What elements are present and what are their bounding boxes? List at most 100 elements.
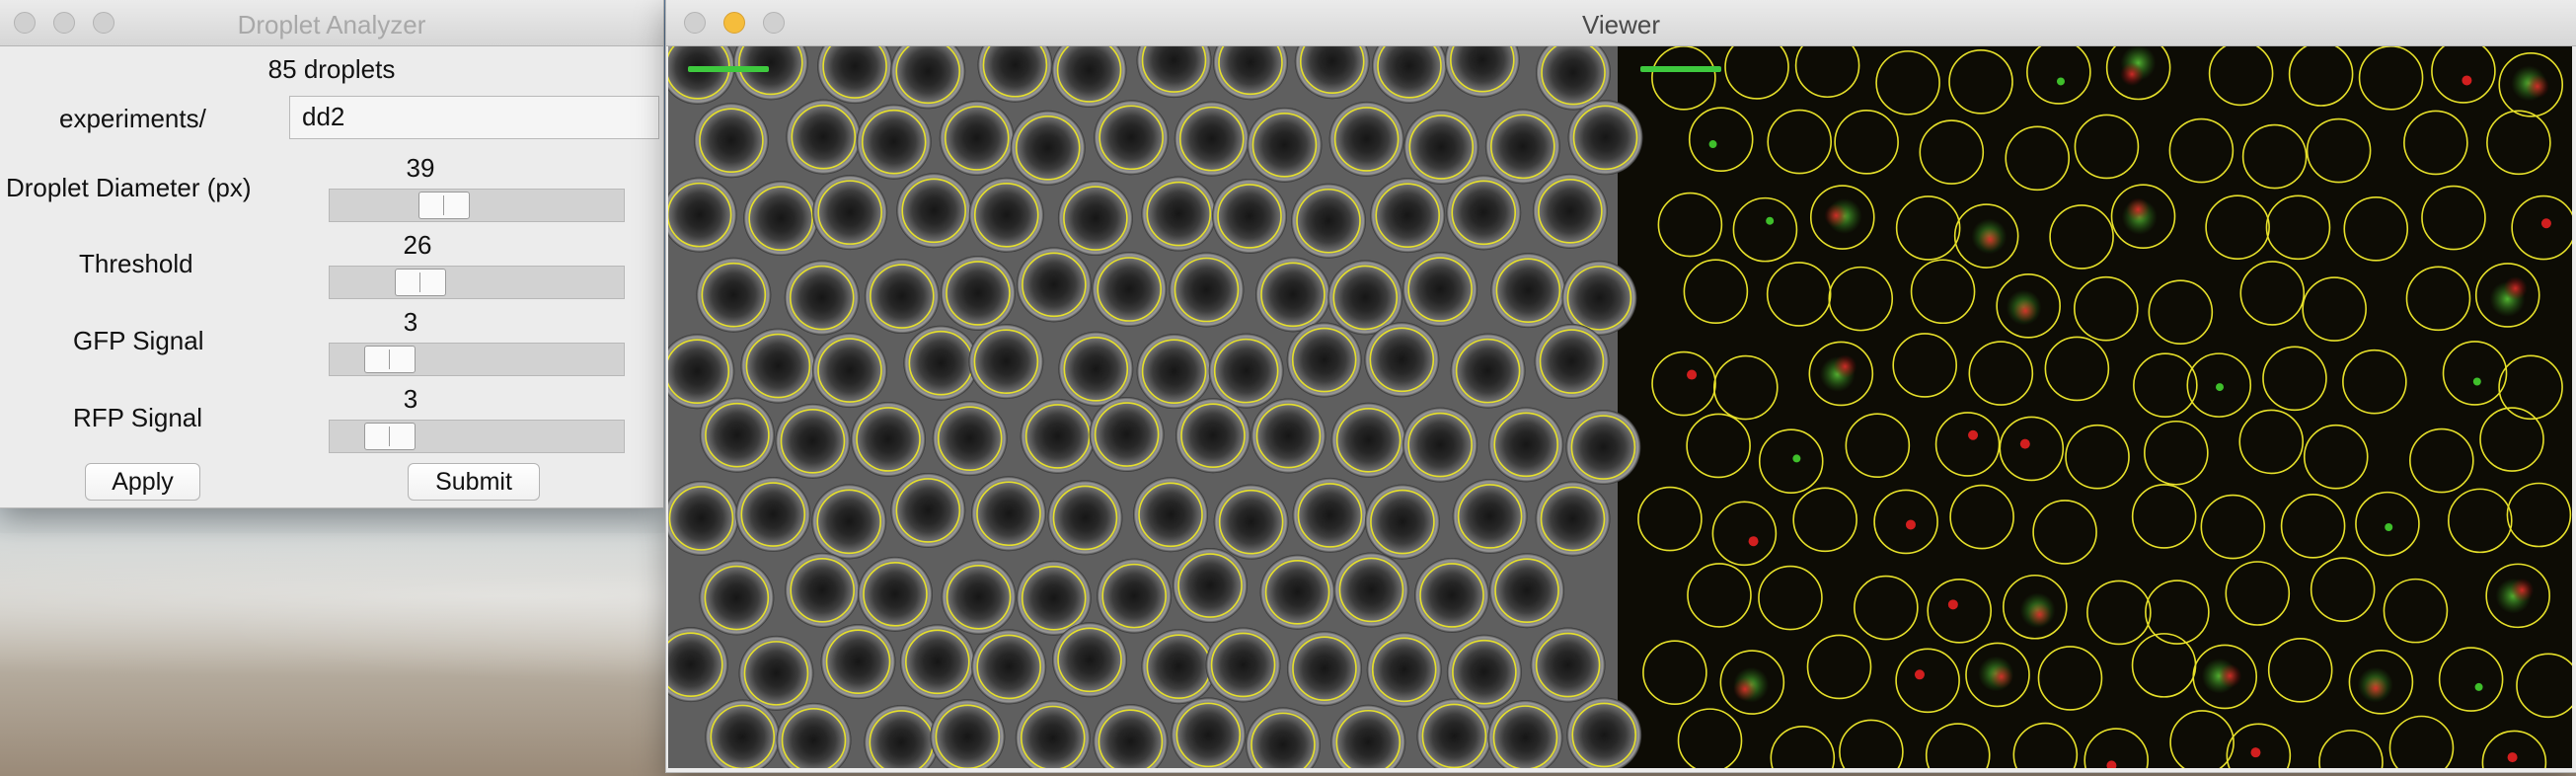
droplet: [693, 103, 769, 179]
droplet: [1016, 247, 1092, 323]
droplet: [1333, 552, 1409, 628]
droplet: [743, 181, 819, 257]
droplet: [1370, 178, 1446, 254]
droplet: [1212, 178, 1288, 254]
slider-label-rfp: RFP Signal: [73, 403, 203, 432]
droplet: [856, 104, 932, 180]
droplet: [1133, 477, 1209, 553]
droplet: [1446, 634, 1522, 710]
droplet: [1047, 480, 1123, 556]
slider-value-threshold: 26: [403, 230, 432, 260]
gfp-speck: [1766, 216, 1775, 225]
submit-button[interactable]: Submit: [408, 463, 540, 501]
droplet: [1364, 484, 1440, 560]
droplet: [784, 260, 860, 336]
droplet: [1488, 407, 1564, 483]
rfp-speck: [1748, 536, 1759, 547]
droplet: [1247, 107, 1323, 183]
droplet: [1532, 173, 1608, 249]
window-title: Viewer: [1581, 10, 1660, 39]
rfp-speck: [1905, 519, 1916, 530]
rfp-signal: [2126, 197, 2151, 222]
droplet: [903, 325, 979, 401]
droplet: [1254, 257, 1330, 333]
slider-thumb[interactable]: [364, 423, 417, 450]
droplet: [1097, 558, 1173, 634]
gfp-slider[interactable]: [329, 343, 625, 376]
droplet: [941, 559, 1017, 635]
droplet: [1020, 398, 1096, 474]
slider-value-gfp: 3: [403, 307, 418, 337]
droplet: [785, 552, 861, 628]
rfp-speck: [1687, 369, 1698, 380]
droplet: [1094, 100, 1170, 176]
droplet: [896, 173, 972, 249]
droplet: [1259, 554, 1335, 630]
droplet: [775, 403, 851, 479]
slider-thumb[interactable]: [395, 269, 447, 296]
fluorescence-panel: [1618, 46, 2572, 768]
rfp-signal: [2013, 298, 2038, 323]
droplet: [1141, 629, 1217, 705]
droplet: [735, 477, 811, 553]
rfp-speck: [1968, 429, 1979, 440]
droplet: [1330, 402, 1406, 478]
rfp-speck: [2507, 752, 2518, 763]
rfp-signal: [2503, 276, 2528, 301]
droplet-analyzer-window: Droplet Analyzer 85 droplets experiments…: [0, 0, 663, 507]
droplet: [1174, 101, 1250, 177]
rfp-speck: [2462, 75, 2472, 86]
rfp-signal: [2525, 74, 2549, 99]
droplet: [970, 476, 1046, 552]
gfp-speck: [1792, 454, 1801, 463]
droplet: [1535, 481, 1611, 557]
rfp-slider[interactable]: [329, 420, 625, 453]
rfp-speck: [2019, 438, 2030, 449]
threshold-slider[interactable]: [329, 266, 625, 299]
apply-button[interactable]: Apply: [85, 463, 200, 501]
droplet: [1136, 334, 1212, 410]
viewer-image-area[interactable]: [652, 22, 2576, 776]
slider-label-threshold: Threshold: [79, 249, 193, 278]
analyzer-body: 85 droplets experiments/ dd2 Droplet Dia…: [0, 46, 663, 507]
slider-value-diameter: 39: [406, 153, 435, 183]
rfp-signal: [1978, 227, 2003, 252]
slider-label-diameter: Droplet Diameter (px): [6, 173, 252, 202]
analyzer-titlebar[interactable]: Droplet Analyzer: [0, 0, 663, 46]
rfp-signal: [2364, 676, 2388, 701]
droplet: [1567, 100, 1643, 176]
viewer-titlebar[interactable]: Viewer: [666, 0, 2576, 46]
droplet: [1089, 397, 1165, 473]
slider-thumb[interactable]: [418, 192, 471, 219]
rfp-signal: [2218, 663, 2242, 688]
rfp-speck: [1947, 599, 1958, 610]
droplet: [1057, 181, 1133, 257]
droplet: [1213, 484, 1289, 560]
droplet: [968, 177, 1044, 253]
droplet: [864, 259, 940, 335]
droplet: [1450, 333, 1526, 409]
gfp-speck: [1708, 140, 1717, 149]
droplet: [1250, 398, 1326, 474]
droplet: [786, 99, 862, 175]
droplet-count: 85 droplets: [267, 54, 396, 84]
droplet: [1484, 109, 1560, 185]
slider-value-rfp: 3: [403, 384, 418, 414]
droplet-images[interactable]: [652, 22, 2576, 776]
diameter-slider[interactable]: [329, 189, 625, 222]
droplet: [1565, 410, 1641, 486]
droplet: [940, 255, 1016, 331]
experiments-label: experiments/: [59, 104, 206, 133]
droplet: [1286, 631, 1362, 707]
gfp-speck: [2216, 383, 2225, 392]
droplet: [932, 401, 1008, 477]
droplet: [699, 560, 775, 636]
gfp-speck: [2056, 77, 2065, 86]
slider-thumb[interactable]: [364, 346, 417, 373]
experiments-input[interactable]: dd2: [289, 96, 659, 139]
droplet: [820, 624, 896, 700]
droplet: [1205, 627, 1281, 703]
droplet: [968, 324, 1044, 400]
droplet: [1530, 627, 1606, 703]
droplet: [1402, 252, 1478, 328]
